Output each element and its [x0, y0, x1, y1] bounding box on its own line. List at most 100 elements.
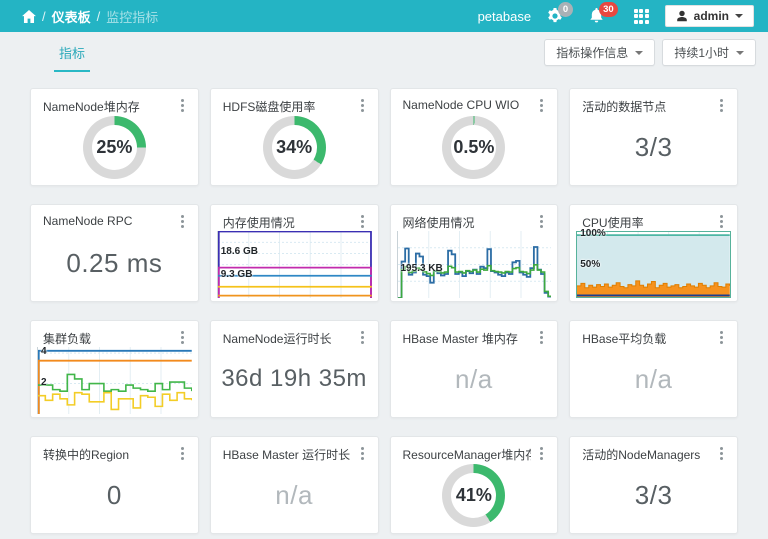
- kebab-menu-icon[interactable]: [355, 446, 369, 462]
- metric-card: NameNode CPU WIO 0.5%: [390, 88, 559, 186]
- card-title: NameNode RPC: [43, 214, 172, 228]
- card-body: 34%: [219, 113, 370, 181]
- metric-value: 3/3: [635, 480, 673, 511]
- kebab-menu-icon[interactable]: [714, 214, 728, 230]
- card-body: 3/3: [578, 461, 729, 529]
- card-body: 41%: [399, 461, 550, 529]
- metric-card: NameNode堆内存25%: [30, 88, 199, 186]
- top-navbar: / 仪表板 / 监控指标 petabase 0 30 admin: [0, 0, 768, 32]
- metric-card: NameNode RPC 0.25 ms: [30, 204, 199, 302]
- donut-value: 25%: [83, 116, 146, 179]
- metric-card: NameNode运行时长36d 19h 35m: [210, 320, 379, 418]
- metric-value: n/a: [275, 480, 313, 511]
- kebab-menu-icon[interactable]: [534, 330, 548, 346]
- metric-card: 网络使用情况 195.3 KB: [390, 204, 559, 302]
- user-label: admin: [694, 9, 729, 23]
- card-body: 3/3: [578, 113, 729, 181]
- toolbar: 指标 指标操作信息 持续1小时: [0, 32, 768, 72]
- tab-metrics[interactable]: 指标: [54, 43, 90, 72]
- card-body: 0.5%: [399, 113, 550, 181]
- card-body: 0: [39, 461, 190, 529]
- brand-label: petabase: [478, 9, 532, 24]
- metric-card: HBase Master 堆内存n/a: [390, 320, 559, 418]
- metric-value: n/a: [455, 364, 493, 395]
- metric-card: 活动的数据节点3/3: [569, 88, 738, 186]
- metric-value: 0.25 ms: [66, 248, 162, 279]
- card-title: NameNode CPU WIO: [403, 98, 532, 112]
- metric-card: HBase Master 运行时长n/a: [210, 436, 379, 534]
- chart-tick-label: 100%: [580, 229, 606, 239]
- chart-tick-label: 18.6 GB: [221, 247, 258, 257]
- mini-chart-cpu: 100%50%: [576, 231, 731, 298]
- card-body: 36d 19h 35m: [219, 345, 370, 413]
- chevron-down-icon: [735, 14, 743, 18]
- card-body: n/a: [219, 461, 370, 529]
- card-body: 25%: [39, 113, 190, 181]
- metric-value: 0: [107, 480, 122, 511]
- metric-card: 活动的NodeManagers3/3: [569, 436, 738, 534]
- user-menu-button[interactable]: admin: [665, 5, 754, 27]
- card-title: 内存使用情况: [223, 214, 352, 231]
- chart-tick-label: 195.3 KB: [401, 264, 443, 274]
- breadcrumb: / 仪表板 / 监控指标: [22, 7, 158, 26]
- metric-value: 36d 19h 35m: [221, 365, 367, 393]
- kebab-menu-icon[interactable]: [175, 446, 189, 462]
- donut-value: 41%: [442, 464, 505, 527]
- breadcrumb-separator: /: [42, 9, 46, 24]
- metric-card: 转换中的Region0: [30, 436, 199, 534]
- donut-value: 34%: [263, 116, 326, 179]
- metric-value: 3/3: [635, 132, 673, 163]
- card-title: 网络使用情况: [403, 214, 532, 231]
- card-body: n/a: [399, 345, 550, 413]
- duration-label: 持续1小时: [674, 44, 729, 61]
- kebab-menu-icon[interactable]: [355, 98, 369, 114]
- kebab-menu-icon[interactable]: [355, 330, 369, 346]
- cards-grid: NameNode堆内存25%HDFS磁盘使用率34%NameNode CPU W…: [0, 72, 768, 534]
- kebab-menu-icon[interactable]: [175, 214, 189, 230]
- card-title: 集群负载: [43, 330, 172, 347]
- metric-actions-dropdown[interactable]: 指标操作信息: [544, 39, 655, 66]
- breadcrumb-separator: /: [97, 9, 101, 24]
- donut-chart: 0.5%: [442, 116, 505, 179]
- metric-value: n/a: [635, 364, 673, 395]
- mini-chart-memory: 18.6 GB 9.3 GB: [217, 231, 372, 298]
- kebab-menu-icon[interactable]: [534, 214, 548, 230]
- card-body: 0.25 ms: [39, 229, 190, 297]
- duration-dropdown[interactable]: 持续1小时: [662, 39, 756, 66]
- user-icon: [676, 10, 688, 22]
- metric-card: HBase平均负载n/a: [569, 320, 738, 418]
- breadcrumb-dashboard[interactable]: 仪表板: [52, 7, 91, 26]
- kebab-menu-icon[interactable]: [534, 446, 548, 462]
- settings-badge: 0: [558, 2, 573, 17]
- metric-actions-label: 指标操作信息: [556, 44, 628, 61]
- card-body: n/a: [578, 345, 729, 413]
- chevron-down-icon: [635, 51, 643, 55]
- notifications-bell-icon[interactable]: 30: [589, 8, 618, 24]
- notifications-badge: 30: [599, 2, 618, 17]
- kebab-menu-icon[interactable]: [714, 446, 728, 462]
- breadcrumb-current: 监控指标: [106, 7, 158, 26]
- donut-chart: 34%: [263, 116, 326, 179]
- apps-grid-icon[interactable]: [634, 9, 649, 24]
- chevron-down-icon: [736, 51, 744, 55]
- mini-chart-network: 195.3 KB: [397, 231, 552, 298]
- metric-card: ResourceManager堆内存41%: [390, 436, 559, 534]
- chart-tick-label: 4: [41, 347, 47, 357]
- chart-tick-label: 9.3 GB: [221, 270, 253, 280]
- settings-gear-icon[interactable]: 0: [547, 8, 573, 24]
- kebab-menu-icon[interactable]: [534, 98, 548, 114]
- home-icon[interactable]: [22, 10, 36, 23]
- chart-tick-label: 2: [41, 378, 47, 388]
- metric-card: 内存使用情况 18.6 GB 9.3 GB: [210, 204, 379, 302]
- kebab-menu-icon[interactable]: [175, 330, 189, 346]
- kebab-menu-icon[interactable]: [714, 98, 728, 114]
- metric-card: HDFS磁盘使用率34%: [210, 88, 379, 186]
- mini-chart-load: 42: [37, 347, 192, 414]
- metric-card: CPU使用率100%50%: [569, 204, 738, 302]
- kebab-menu-icon[interactable]: [355, 214, 369, 230]
- kebab-menu-icon[interactable]: [175, 98, 189, 114]
- donut-chart: 25%: [83, 116, 146, 179]
- kebab-menu-icon[interactable]: [714, 330, 728, 346]
- metric-card: 集群负载42: [30, 320, 199, 418]
- donut-value: 0.5%: [442, 116, 505, 179]
